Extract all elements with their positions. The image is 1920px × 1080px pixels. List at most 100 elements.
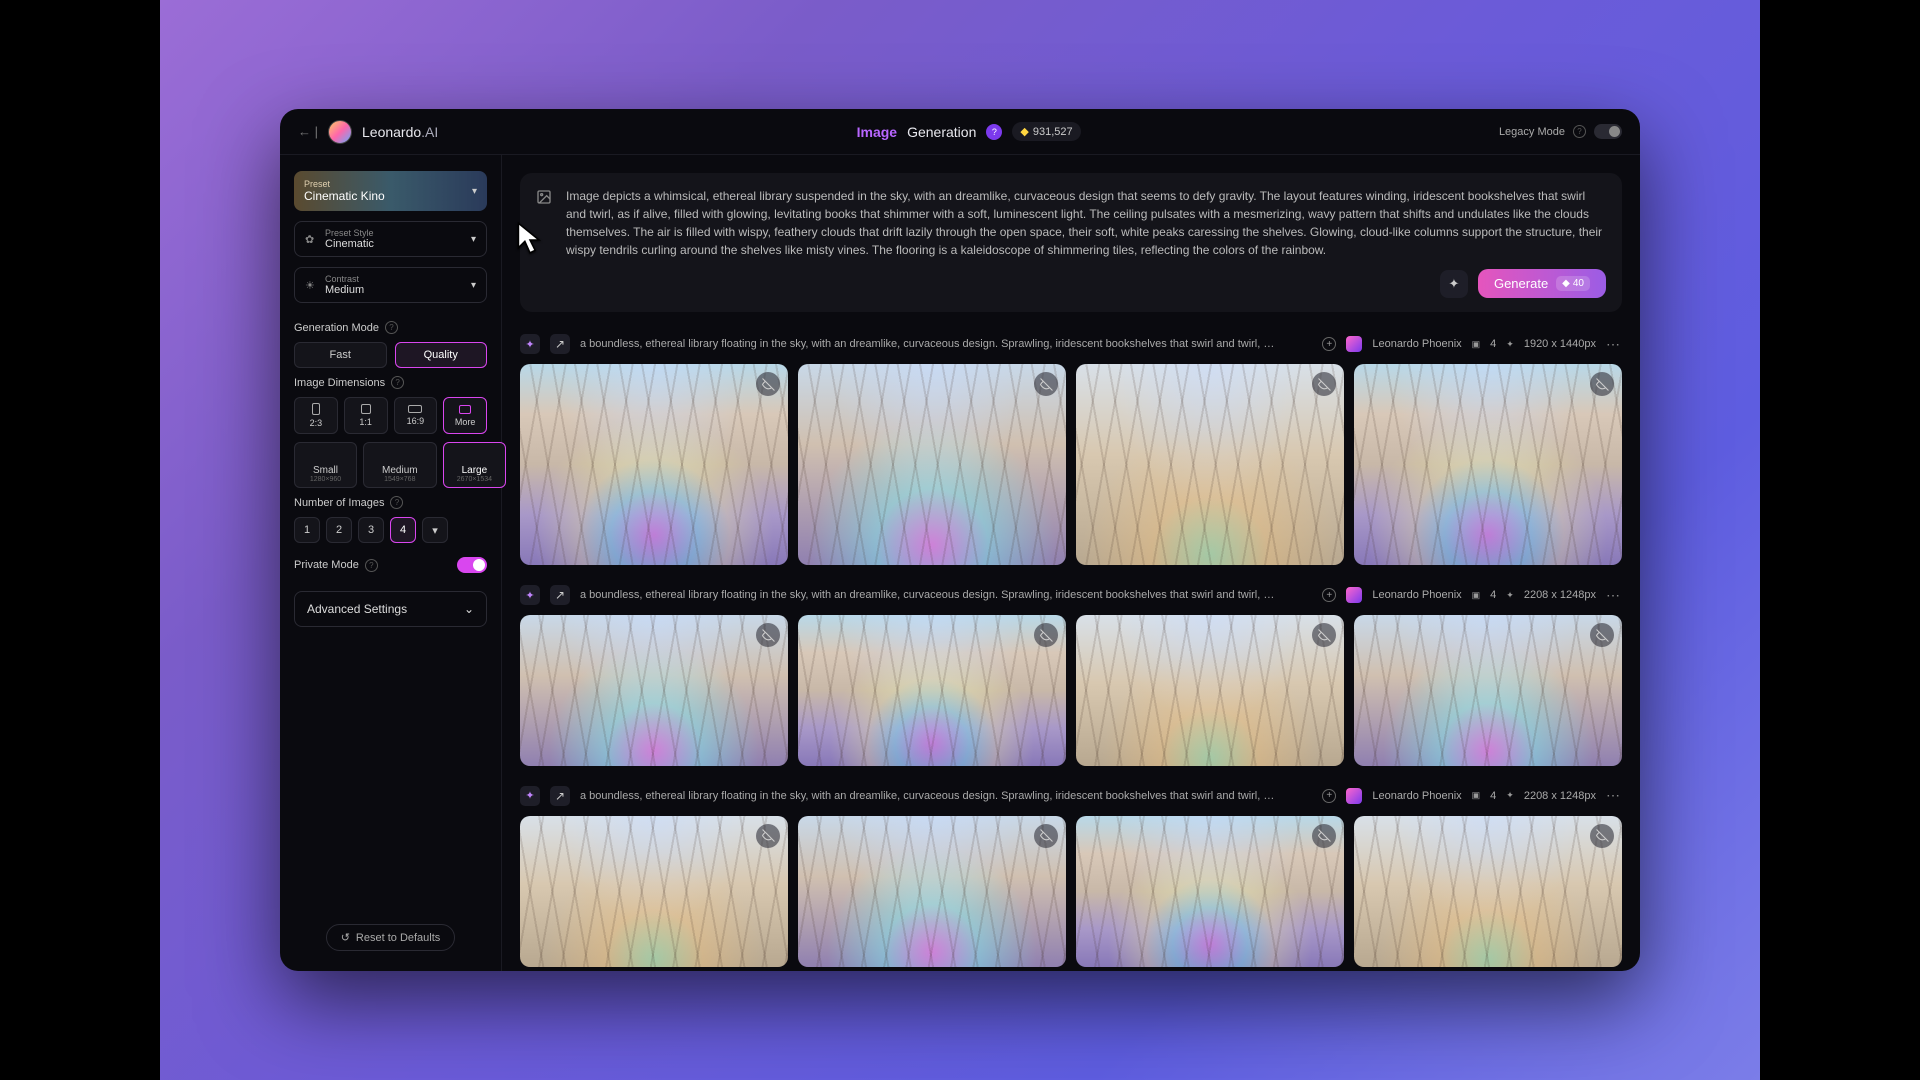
- enhance-prompt-button[interactable]: ✦: [1440, 270, 1468, 298]
- credits-pill[interactable]: ◆ 931,527: [1012, 122, 1080, 141]
- model-name: Leonardo Phoenix: [1372, 338, 1461, 350]
- chevron-down-icon: ▾: [432, 524, 438, 537]
- info-icon[interactable]: ?: [390, 496, 403, 509]
- ratio-2-3[interactable]: 2:3: [294, 397, 338, 434]
- model-name: Leonardo Phoenix: [1372, 589, 1461, 601]
- add-icon[interactable]: +: [1322, 337, 1336, 351]
- size-medium[interactable]: Medium 1549×768: [363, 442, 437, 488]
- gallery: ✦ ↗ a boundless, ethereal library floati…: [520, 334, 1622, 971]
- prompt-textarea[interactable]: Image depicts a whimsical, ethereal libr…: [566, 187, 1606, 259]
- chevron-down-icon: ▾: [471, 234, 476, 245]
- sparkle-icon[interactable]: ✦: [520, 585, 540, 605]
- info-icon[interactable]: ?: [365, 559, 378, 572]
- hide-icon[interactable]: [1590, 824, 1614, 848]
- generate-button[interactable]: Generate ◆ 40: [1478, 269, 1606, 298]
- generated-image[interactable]: [1076, 816, 1344, 967]
- prompt-box: Image depicts a whimsical, ethereal libr…: [520, 173, 1622, 312]
- image-prompt-icon[interactable]: [536, 189, 552, 208]
- image-count: 4: [1490, 589, 1496, 601]
- generated-image[interactable]: [1076, 364, 1344, 565]
- reset-defaults-button[interactable]: ↺ Reset to Defaults: [326, 924, 456, 951]
- chevron-down-icon: ⌄: [464, 602, 474, 616]
- user-avatar[interactable]: [328, 120, 352, 144]
- hide-icon[interactable]: [1034, 824, 1058, 848]
- generated-image[interactable]: [520, 816, 788, 967]
- num-2[interactable]: 2: [326, 517, 352, 543]
- more-options-icon[interactable]: ⋯: [1606, 787, 1622, 804]
- more-options-icon[interactable]: ⋯: [1606, 587, 1622, 604]
- hide-icon[interactable]: [1034, 623, 1058, 647]
- preset-style-select[interactable]: ✿ Preset Style Cinematic ▾: [294, 221, 487, 257]
- remix-icon[interactable]: ↗: [550, 585, 570, 605]
- brand-name: Leonardo.AI: [362, 124, 438, 140]
- image-count: 4: [1490, 338, 1496, 350]
- resolution-icon: ✦: [1506, 590, 1514, 601]
- hide-icon[interactable]: [756, 623, 780, 647]
- generated-image[interactable]: [798, 364, 1066, 565]
- size-small[interactable]: Small 1280×960: [294, 442, 357, 488]
- gen-mode-fast[interactable]: Fast: [294, 342, 387, 368]
- generation-mode-label: Generation Mode ?: [294, 321, 487, 334]
- page-title-prefix: Image: [857, 124, 897, 140]
- hide-icon[interactable]: [756, 372, 780, 396]
- resolution: 2208 x 1248px: [1524, 589, 1596, 601]
- generated-image[interactable]: [798, 816, 1066, 967]
- resolution: 1920 x 1440px: [1524, 338, 1596, 350]
- titlebar: ← | Leonardo.AI Image Generation ? ◆ 931…: [280, 109, 1640, 155]
- contrast-icon: ☀: [305, 279, 317, 292]
- preset-style-value: Cinematic: [325, 238, 374, 250]
- sparkle-icon[interactable]: ✦: [520, 334, 540, 354]
- add-icon[interactable]: +: [1322, 789, 1336, 803]
- chevron-down-icon: ▾: [471, 280, 476, 291]
- remix-icon[interactable]: ↗: [550, 334, 570, 354]
- add-icon[interactable]: +: [1322, 588, 1336, 602]
- hide-icon[interactable]: [1312, 372, 1336, 396]
- hide-icon[interactable]: [1034, 372, 1058, 396]
- num-more[interactable]: ▾: [422, 517, 448, 543]
- size-large[interactable]: Large 2670×1534: [443, 442, 507, 488]
- info-badge-icon[interactable]: ?: [986, 124, 1002, 140]
- generated-image[interactable]: [1354, 615, 1622, 766]
- row-prompt-preview: a boundless, ethereal library floating i…: [580, 589, 1312, 601]
- generated-image[interactable]: [1076, 615, 1344, 766]
- hide-icon[interactable]: [1590, 623, 1614, 647]
- generated-image[interactable]: [520, 615, 788, 766]
- row-prompt-preview: a boundless, ethereal library floating i…: [580, 338, 1312, 350]
- advanced-settings[interactable]: Advanced Settings ⌄: [294, 591, 487, 627]
- generated-image[interactable]: [1354, 816, 1622, 967]
- generated-image[interactable]: [798, 615, 1066, 766]
- remix-icon[interactable]: ↗: [550, 786, 570, 806]
- generate-cost: ◆ 40: [1556, 276, 1590, 291]
- ratio-more[interactable]: More: [443, 397, 487, 434]
- row-prompt-preview: a boundless, ethereal library floating i…: [580, 790, 1312, 802]
- hide-icon[interactable]: [1312, 623, 1336, 647]
- resolution: 2208 x 1248px: [1524, 790, 1596, 802]
- chevron-down-icon: ▾: [472, 186, 477, 197]
- info-icon[interactable]: ?: [391, 376, 404, 389]
- hide-icon[interactable]: [1312, 824, 1336, 848]
- ratio-16-9[interactable]: 16:9: [394, 397, 438, 434]
- legacy-mode-toggle[interactable]: [1594, 124, 1622, 139]
- info-icon[interactable]: ?: [385, 321, 398, 334]
- hide-icon[interactable]: [1590, 372, 1614, 396]
- credits-value: 931,527: [1033, 126, 1073, 138]
- back-icon[interactable]: ← |: [298, 124, 318, 139]
- num-1[interactable]: 1: [294, 517, 320, 543]
- num-3[interactable]: 3: [358, 517, 384, 543]
- generated-image[interactable]: [520, 364, 788, 565]
- more-options-icon[interactable]: ⋯: [1606, 336, 1622, 353]
- model-badge-icon: [1346, 587, 1362, 603]
- ratio-1-1[interactable]: 1:1: [344, 397, 388, 434]
- gen-mode-quality[interactable]: Quality: [395, 342, 488, 368]
- generation-row: ✦ ↗ a boundless, ethereal library floati…: [520, 585, 1622, 766]
- sparkle-icon[interactable]: ✦: [520, 786, 540, 806]
- contrast-select[interactable]: ☀ Contrast Medium ▾: [294, 267, 487, 303]
- info-icon[interactable]: ?: [1573, 125, 1586, 138]
- private-mode-toggle[interactable]: [457, 557, 487, 573]
- hide-icon[interactable]: [756, 824, 780, 848]
- token-icon: ◆: [1562, 278, 1570, 289]
- preset-select[interactable]: Preset Cinematic Kino ▾: [294, 171, 487, 211]
- sidebar: Preset Cinematic Kino ▾ ✿ Preset Style C…: [280, 155, 502, 971]
- num-4[interactable]: 4: [390, 517, 416, 543]
- generated-image[interactable]: [1354, 364, 1622, 565]
